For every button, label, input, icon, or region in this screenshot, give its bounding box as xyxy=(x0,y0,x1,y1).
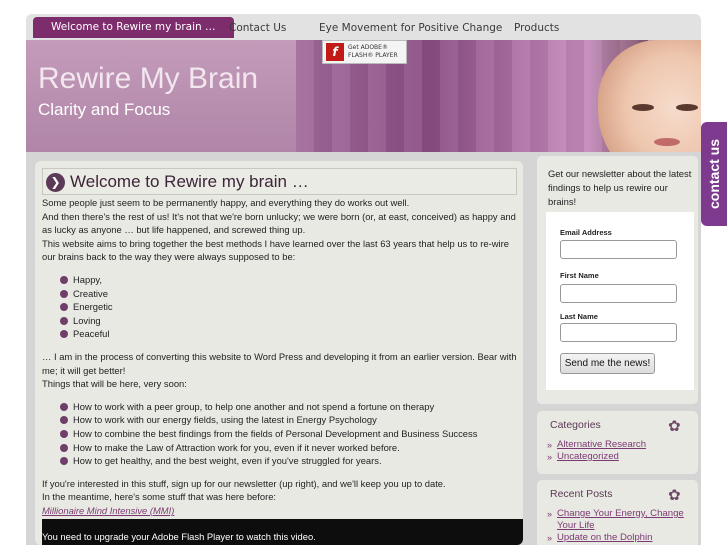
list-item: Loving xyxy=(60,314,520,328)
intro-paragraph: And then there's the rest of us! It's no… xyxy=(42,210,516,236)
recent-post-link[interactable]: Change Your Energy, Change Your Life xyxy=(557,508,684,531)
middle-paragraph: Things that will be here, very soon: xyxy=(42,378,187,390)
nav-item-contact-us[interactable]: Contact Us xyxy=(229,18,286,38)
mmi-link[interactable]: Millionaire Mind Intensive (MMI) xyxy=(42,505,174,516)
header-left-panel xyxy=(26,40,296,152)
list-item: How to get healthy, and the best weight,… xyxy=(60,454,520,468)
contact-tab-label: contact us xyxy=(706,138,723,210)
last-name-field[interactable] xyxy=(560,323,677,342)
category-link[interactable]: Alternative Research xyxy=(557,439,646,450)
category-link[interactable]: Uncategorized xyxy=(557,451,619,462)
newsletter-form: Email Address First Name Last Name Send … xyxy=(546,212,694,390)
middle-paragraph: … I am in the process of converting this… xyxy=(42,350,517,376)
coming-soon-list: How to work with a peer group, to help o… xyxy=(60,400,520,468)
outro-paragraph: If you're interested in this stuff, sign… xyxy=(42,477,446,489)
contact-us-tab[interactable]: contact us xyxy=(701,122,727,226)
recent-posts-heading: Recent Posts xyxy=(550,488,613,500)
recent-post-link[interactable]: Update on the Dolphin xyxy=(557,532,652,543)
list-item: Energetic xyxy=(60,300,520,314)
list-item: How to work with our energy fields, usin… xyxy=(60,413,520,427)
flash-badge-line2: FLASH® PLAYER xyxy=(348,52,398,59)
list-item: Alternative Research xyxy=(547,439,692,451)
flower-icon: ✿ xyxy=(668,417,681,435)
flash-video-placeholder[interactable]: You need to upgrade your Adobe Flash Pla… xyxy=(42,519,523,545)
list-item: Uncategorized xyxy=(547,451,692,463)
intro-paragraph: Some people just seem to be permanently … xyxy=(42,197,410,208)
main-content: ❯ Welcome to Rewire my brain … Some peop… xyxy=(35,161,523,545)
face-left-eye xyxy=(632,104,654,111)
send-news-button[interactable]: Send me the news! xyxy=(560,353,655,374)
states-list: Happy, Creative Energetic Loving Peacefu… xyxy=(60,273,520,341)
last-name-label: Last Name xyxy=(560,312,598,321)
list-item: Change Your Energy, Change Your Life xyxy=(547,508,692,532)
video-upgrade-message: You need to upgrade your Adobe Flash Pla… xyxy=(42,531,316,542)
first-name-label: First Name xyxy=(560,271,599,280)
newsletter-widget: Get our newsletter about the latest find… xyxy=(537,156,698,404)
list-item: Peaceful xyxy=(60,327,520,341)
face-right-eye xyxy=(676,104,698,111)
post-body: Some people just seem to be permanently … xyxy=(42,196,520,517)
categories-heading: Categories xyxy=(550,419,601,431)
first-name-field[interactable] xyxy=(560,284,677,303)
face-lips xyxy=(654,138,680,146)
post-title-box: ❯ Welcome to Rewire my brain … xyxy=(42,168,517,195)
newsletter-text: Get our newsletter about the latest find… xyxy=(548,168,692,207)
list-item: Creative xyxy=(60,287,520,301)
site-title: Rewire My Brain xyxy=(38,62,259,95)
flash-badge-text: Get ADOBE® FLASH® PLAYER xyxy=(348,44,404,60)
flash-badge-line1: Get ADOBE® xyxy=(348,44,388,51)
outro-paragraph: In the meantime, here's some stuff that … xyxy=(42,491,277,503)
list-item: Happy, xyxy=(60,273,520,287)
email-label: Email Address xyxy=(560,228,612,237)
get-flash-player-badge[interactable]: f Get ADOBE® FLASH® PLAYER xyxy=(322,40,407,64)
nav-item-eye-movement[interactable]: Eye Movement for Positive Change xyxy=(319,18,502,38)
list-item: How to combine the best findings from th… xyxy=(60,427,520,441)
site-subtitle: Clarity and Focus xyxy=(38,100,171,119)
categories-list: Alternative Research Uncategorized xyxy=(547,439,692,463)
nav-item-products[interactable]: Products xyxy=(514,18,559,38)
list-item: Update on the Dolphin xyxy=(547,532,692,544)
categories-widget: Categories ✿ Alternative Research Uncate… xyxy=(537,411,698,474)
nav-item-welcome[interactable]: Welcome to Rewire my brain … xyxy=(33,17,234,38)
post-title: Welcome to Rewire my brain … xyxy=(70,172,309,191)
list-item: How to make the Law of Attraction work f… xyxy=(60,441,520,455)
flash-logo-icon: f xyxy=(326,43,344,61)
flower-icon: ✿ xyxy=(668,486,681,504)
list-item: How to work with a peer group, to help o… xyxy=(60,400,520,414)
arrow-right-icon: ❯ xyxy=(46,173,65,192)
top-navigation: Welcome to Rewire my brain … Contact Us … xyxy=(26,14,701,40)
intro-paragraph: This website aims to bring together the … xyxy=(42,237,509,263)
recent-posts-widget: Recent Posts ✿ Change Your Energy, Chang… xyxy=(537,480,698,545)
recent-posts-list: Change Your Energy, Change Your Life Upd… xyxy=(547,508,692,544)
email-field[interactable] xyxy=(560,240,677,259)
header-banner: Rewire My Brain Clarity and Focus f Get … xyxy=(26,40,701,152)
